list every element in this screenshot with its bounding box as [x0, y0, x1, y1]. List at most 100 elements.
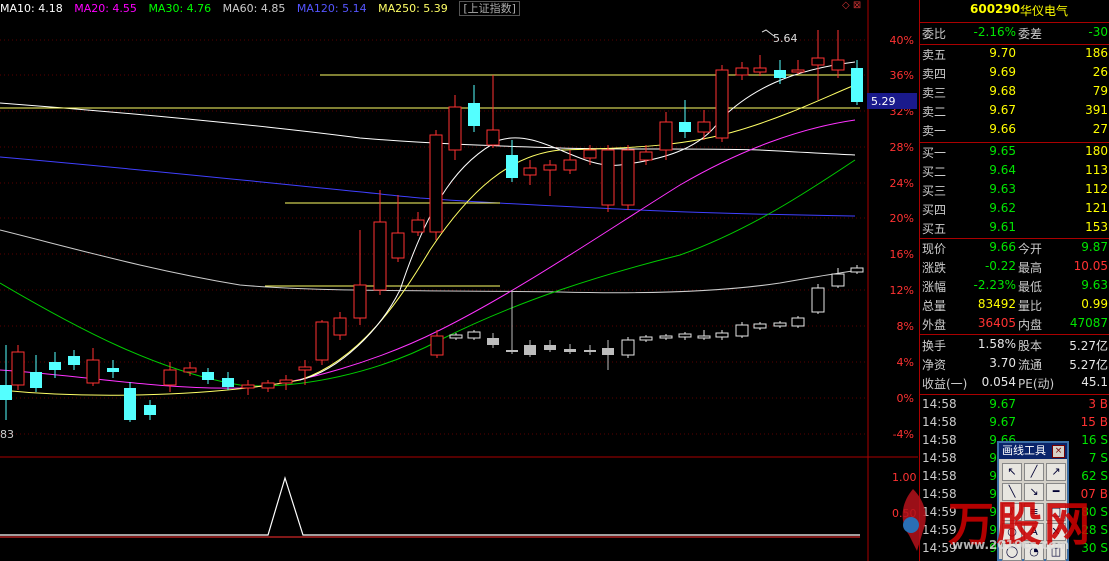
candle-body [811, 57, 825, 66]
candle-body [429, 134, 443, 233]
stat-label: 涨幅 [922, 280, 947, 294]
stat-label: 收益(一) [922, 377, 968, 391]
stat-row: 现价 9.66 今开 9.87 [920, 240, 1109, 258]
cursor-tool-icon[interactable]: ↖ [1002, 463, 1022, 481]
candle-body [163, 369, 177, 386]
candle-body [524, 345, 536, 355]
candle-body [563, 159, 577, 171]
ask-level-row: 卖三 9.68 79 [920, 84, 1109, 102]
stat-value: 3.70 [989, 356, 1016, 370]
weibi-row: 委比 -2.16% 委差 -30 [920, 25, 1109, 43]
candle-body [753, 67, 767, 73]
price-axis-label: 4% [897, 356, 914, 369]
stat-value: 0.054 [981, 375, 1016, 389]
ask-price: 9.70 [989, 46, 1016, 60]
price-axis-label: 12% [890, 284, 914, 297]
close-icon[interactable]: × [1052, 445, 1065, 458]
candle-body [430, 335, 444, 356]
draw-tool-titlebar[interactable]: 画线工具 × [999, 443, 1067, 459]
quote-title: 600290 华仪电气 [920, 2, 1109, 20]
ask-volume: 391 [1085, 103, 1108, 117]
candle-body [11, 351, 25, 386]
candle-body [315, 321, 329, 361]
ask-level-label: 卖一 [922, 124, 947, 138]
stat-value: 9.87 [1081, 240, 1108, 254]
candle-body [791, 69, 805, 73]
candle-body [222, 378, 234, 387]
bid-price: 9.64 [989, 163, 1016, 177]
stat-label: PE(动) [1018, 377, 1055, 391]
bid-volume: 112 [1085, 182, 1108, 196]
stat-label: 内盘 [1018, 318, 1043, 332]
tick-time: 14:58 [922, 469, 957, 483]
divider [920, 238, 1109, 239]
candle-body [49, 362, 61, 370]
candle-body [241, 384, 255, 389]
candle-body [851, 68, 863, 102]
bid-level-label: 买二 [922, 165, 947, 179]
candle-body [0, 385, 12, 400]
stat-label: 现价 [922, 242, 947, 256]
ask-level-row: 卖五 9.70 186 [920, 46, 1109, 64]
ask-price: 9.67 [989, 103, 1016, 117]
stat-label: 最高 [1018, 261, 1043, 275]
ask-level-label: 卖二 [922, 105, 947, 119]
candle-body [621, 339, 635, 356]
candle-body [659, 121, 673, 151]
bid-volume: 121 [1085, 201, 1108, 215]
candle-body [774, 70, 786, 78]
candle-body [333, 317, 347, 336]
candle-body [602, 348, 614, 355]
bid-volume: 153 [1085, 220, 1108, 234]
candlesticks [0, 30, 864, 422]
candle-body [584, 350, 596, 352]
ask-price: 9.68 [989, 84, 1016, 98]
stat-value: 10.05 [1073, 259, 1108, 273]
price-axis-label: 8% [897, 320, 914, 333]
candle-body [506, 155, 518, 178]
candle-body [639, 336, 653, 341]
ask-level-label: 卖五 [922, 48, 947, 62]
ask-volume: 79 [1092, 84, 1108, 98]
candle-body [183, 367, 197, 373]
stat-value: 83492 [977, 297, 1016, 311]
tick-row: 14:58 9.67 15 B [920, 415, 1109, 433]
divider [920, 44, 1109, 45]
ray-tool-icon[interactable]: ↗ [1046, 463, 1066, 481]
tick-volume: 3 B [1088, 397, 1108, 411]
line-tool-icon[interactable]: ╱ [1024, 463, 1044, 481]
candle-body [621, 149, 635, 206]
bid-level-row: 买二 9.64 113 [920, 163, 1109, 181]
candle-body [639, 151, 653, 161]
high-price-marker: 5.64 [773, 32, 798, 45]
tick-price: 9.67 [989, 415, 1016, 429]
ask-level-label: 卖四 [922, 67, 947, 81]
stat-value: 47087 [1069, 316, 1108, 330]
divider [920, 394, 1109, 395]
stat-value: 5.27亿 [1069, 339, 1108, 353]
weicha-label: 委差 [1018, 27, 1043, 41]
candle-body [486, 129, 500, 146]
sub-axis-label-1: 1.00 [892, 471, 917, 484]
tick-row: 14:58 9.67 3 B [920, 397, 1109, 415]
candle-body [449, 334, 463, 339]
stat-value: 9.66 [989, 240, 1016, 254]
candle-body [773, 322, 787, 327]
candle-body [506, 350, 518, 352]
candle-body [144, 405, 156, 415]
ask-price: 9.66 [989, 122, 1016, 136]
candle-body [468, 103, 480, 126]
candle-body [523, 167, 537, 176]
price-axis-label: 40% [890, 34, 914, 47]
last-price-tag: 5.29 [871, 95, 896, 108]
stat-row: 总量 83492 量比 0.99 [920, 297, 1109, 315]
candle-body [107, 368, 119, 372]
stock-code: 600290 [970, 2, 1021, 16]
bid-volume: 113 [1085, 163, 1108, 177]
kline-chart[interactable]: 40%36%32%28%24%20%16%12%8%4%0%-4% 1.00 0… [0, 0, 918, 561]
stat-label: 流通 [1018, 358, 1043, 372]
ask-volume: 186 [1085, 46, 1108, 60]
weibi-value: -2.16% [973, 25, 1016, 39]
candle-body [583, 149, 597, 159]
stat-label: 涨跌 [922, 261, 947, 275]
